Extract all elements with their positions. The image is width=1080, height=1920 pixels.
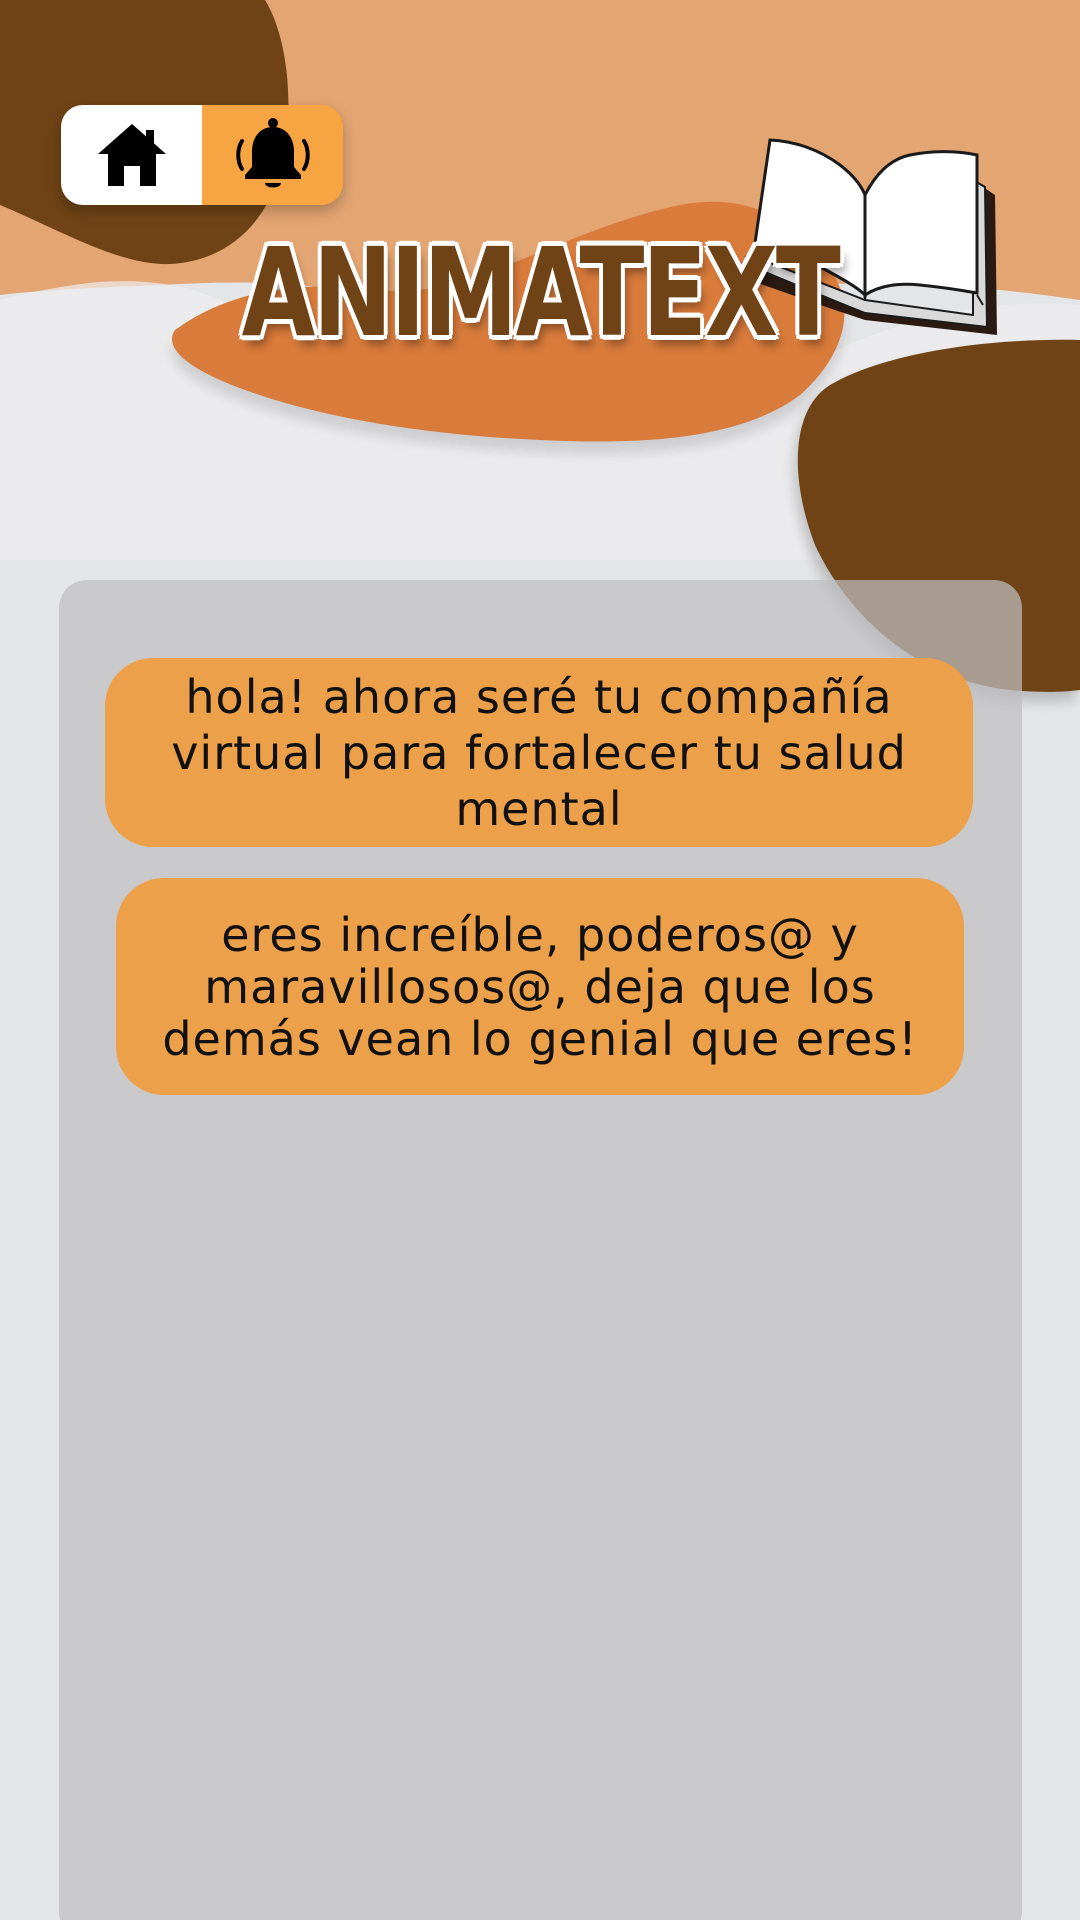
nav-toggle	[61, 105, 343, 205]
home-button[interactable]	[61, 105, 202, 205]
notifications-button[interactable]	[202, 105, 343, 205]
message-bubble: eres increíble, poderos@ y maravillosos@…	[116, 878, 964, 1095]
bell-icon	[233, 117, 313, 193]
message-text: eres increíble, poderos@ y maravillosos@…	[162, 907, 918, 1066]
app-title: ANIMATEXT	[241, 222, 841, 364]
message-text: hola! ahora seré tu compañía virtual par…	[171, 669, 907, 836]
home-icon	[96, 122, 168, 188]
message-bubble: hola! ahora seré tu compañía virtual par…	[105, 658, 973, 847]
